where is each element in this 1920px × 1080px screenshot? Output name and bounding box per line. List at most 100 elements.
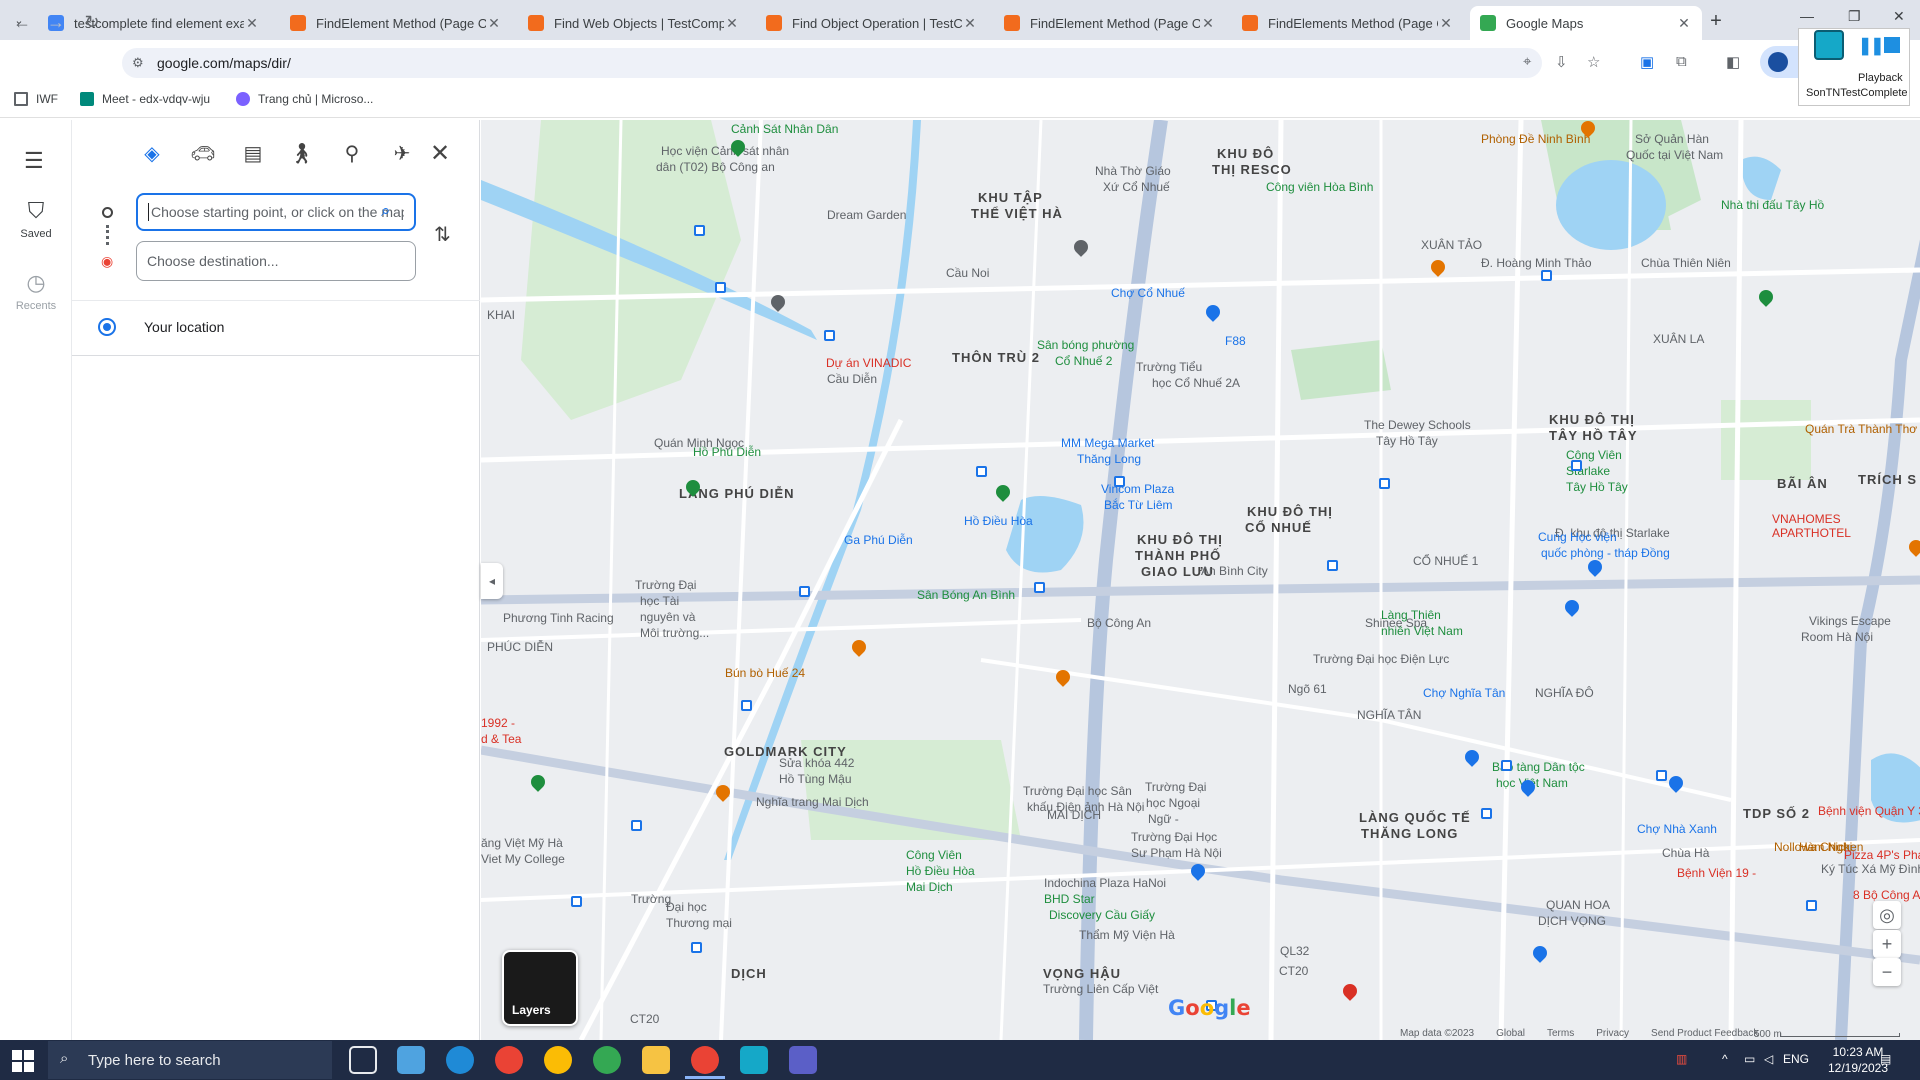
- location-icon[interactable]: ⌖: [1523, 53, 1531, 70]
- map-label[interactable]: Hồ Điều Hòa: [906, 864, 975, 878]
- map-label[interactable]: Phòng Đề Ninh Bình: [1481, 132, 1590, 146]
- tray-chevron-icon[interactable]: ^: [1722, 1052, 1728, 1066]
- side-panel-icon[interactable]: ◧: [1726, 53, 1740, 71]
- browser-tab[interactable]: FindElement Method (Page Obj ✕: [280, 6, 512, 40]
- map-label[interactable]: Cầu Noi: [946, 266, 989, 280]
- map-label[interactable]: VỌNG HẬU: [1043, 966, 1121, 981]
- map-label[interactable]: Ngõ 61: [1288, 682, 1327, 696]
- map-label[interactable]: Công viên Hòa Bình: [1266, 180, 1373, 194]
- swap-icon[interactable]: ⇅: [434, 222, 451, 247]
- map-label[interactable]: Quán Trà Thành Thơ: [1805, 422, 1917, 436]
- minimize-icon[interactable]: —: [1800, 8, 1814, 24]
- browser-tab[interactable]: FindElements Method (Page Ob ✕: [1232, 6, 1464, 40]
- bus-stop-icon[interactable]: [1656, 770, 1667, 781]
- map-label[interactable]: THĂNG LONG: [1361, 826, 1458, 841]
- map-label[interactable]: dân (T02) Bộ Công an: [656, 160, 775, 174]
- destination-input[interactable]: Choose destination...: [136, 241, 416, 281]
- close-tab-icon[interactable]: ✕: [724, 15, 740, 32]
- map-label[interactable]: Sân bóng phường: [1037, 338, 1134, 352]
- map-label[interactable]: Bệnh viện Quận Y 3: [1818, 804, 1920, 818]
- taskbar-search-input[interactable]: Type here to search: [48, 1041, 332, 1079]
- browser-tab[interactable]: FindElement Method (Page Ob ✕: [994, 6, 1226, 40]
- feedback-link[interactable]: Send Product Feedback: [1651, 1028, 1758, 1040]
- bicycle-icon[interactable]: ⚲: [336, 138, 368, 170]
- bus-stop-icon[interactable]: [1571, 460, 1582, 471]
- map-label[interactable]: NGHĨA ĐÔ: [1535, 686, 1594, 700]
- best-route-icon[interactable]: ◈: [136, 138, 168, 170]
- map-label[interactable]: học Ngoại: [1146, 796, 1200, 810]
- map-label[interactable]: Hồ Tùng Mậu: [779, 772, 852, 786]
- map-label[interactable]: CT20: [1279, 964, 1308, 978]
- address-bar[interactable]: [122, 48, 1542, 78]
- map-label[interactable]: Sân Bóng An Bình: [917, 588, 1015, 602]
- map-label[interactable]: KHU ĐÔ: [1217, 146, 1274, 161]
- map-label[interactable]: Hồ Điều Hòa: [964, 514, 1033, 528]
- map-label[interactable]: Nhà thi đấu Tây Hồ: [1721, 198, 1824, 212]
- car-icon[interactable]: 🚗︎: [187, 138, 219, 170]
- url-text[interactable]: google.com/maps/dir/: [157, 55, 291, 71]
- map-label[interactable]: F88: [1225, 334, 1246, 348]
- map-label[interactable]: nguyên và: [640, 610, 695, 624]
- bus-stop-icon[interactable]: [824, 330, 835, 341]
- map-label[interactable]: Hồ Phú Diễn: [693, 445, 761, 459]
- map-label[interactable]: NGHĨA TÂN: [1357, 708, 1421, 722]
- map-label[interactable]: Làng Thiên: [1381, 608, 1441, 622]
- map-label[interactable]: KHU ĐÔ THỊ: [1549, 412, 1635, 427]
- map-label[interactable]: Học viện Cảnh sát nhân: [661, 144, 789, 158]
- forward-button[interactable]: →: [44, 10, 68, 34]
- bus-stop-icon[interactable]: [715, 282, 726, 293]
- browser-tab[interactable]: Find Web Objects | TestComple ✕: [518, 6, 750, 40]
- map-label[interactable]: CỔ NHUẾ: [1245, 520, 1312, 535]
- map-label[interactable]: MAI DỊCH: [1047, 808, 1101, 822]
- map-label[interactable]: Sửa khóa 442: [779, 756, 854, 770]
- map-label[interactable]: Ga Phú Diễn: [844, 533, 913, 547]
- new-tab-button[interactable]: +: [1703, 9, 1729, 35]
- map-label[interactable]: Bún bò Huế 24: [725, 666, 805, 680]
- map-label[interactable]: Chợ Nhà Xanh: [1637, 822, 1717, 836]
- bus-stop-icon[interactable]: [571, 896, 582, 907]
- back-button[interactable]: ←: [10, 10, 34, 34]
- map-label[interactable]: Xứ Cổ Nhuế: [1103, 180, 1170, 194]
- map-label[interactable]: 1992 -: [481, 716, 515, 730]
- map-label[interactable]: Đại học: [666, 900, 707, 914]
- map-label[interactable]: KHU TẬP: [978, 190, 1043, 205]
- stop-icon[interactable]: [1884, 37, 1900, 53]
- map-label[interactable]: CỔ NHUẾ 1: [1413, 554, 1478, 568]
- close-tab-icon[interactable]: ✕: [1200, 15, 1216, 32]
- map-label[interactable]: MM Mega Market: [1061, 436, 1154, 450]
- bus-stop-icon[interactable]: [741, 700, 752, 711]
- browser-tab[interactable]: testcomplete find element exa ✕: [38, 6, 270, 40]
- map-label[interactable]: Indochina Plaza HaNoi: [1044, 876, 1166, 890]
- extension-icon[interactable]: ▣: [1640, 53, 1654, 71]
- pause-icon[interactable]: ❚❚: [1858, 36, 1884, 56]
- browser-tab[interactable]: Google Maps ✕: [1470, 6, 1702, 40]
- transit-icon[interactable]: ▤: [237, 138, 269, 170]
- map-label[interactable]: XUÂN LA: [1653, 332, 1704, 346]
- terms-link[interactable]: Terms: [1547, 1028, 1574, 1040]
- map-label[interactable]: QL32: [1280, 944, 1309, 958]
- chrome-active-icon[interactable]: [691, 1046, 719, 1074]
- bus-stop-icon[interactable]: [631, 820, 642, 831]
- close-tab-icon[interactable]: ✕: [244, 15, 260, 32]
- bookmark-microsoft[interactable]: Trang chủ | Microso...: [236, 92, 373, 106]
- map-label[interactable]: LÀNG QUỐC TẾ: [1359, 810, 1471, 825]
- browser-tab[interactable]: Find Object Operation | TestCo ✕: [756, 6, 988, 40]
- map-label[interactable]: Trường Đại học Điện Lực: [1313, 652, 1449, 666]
- map-label[interactable]: THỂ VIỆT HÀ: [971, 206, 1063, 221]
- map-label[interactable]: Bệnh Viện 19 -: [1677, 866, 1756, 880]
- map-label[interactable]: ăng Việt Mỹ Hà: [481, 836, 563, 850]
- map-label[interactable]: Chùa Thiên Niên: [1641, 256, 1731, 270]
- map-label[interactable]: Room Hà Nội: [1801, 630, 1873, 644]
- your-location-row[interactable]: [72, 300, 480, 356]
- walk-icon[interactable]: 🚶︎: [286, 138, 318, 170]
- map-label[interactable]: Đ. Hoàng Minh Thảo: [1481, 256, 1592, 270]
- map-label[interactable]: Chùa Hà: [1662, 846, 1709, 860]
- maximize-icon[interactable]: ❐: [1848, 8, 1861, 25]
- close-tab-icon[interactable]: ✕: [962, 15, 978, 32]
- map-label[interactable]: Cảnh Sát Nhân Dân: [731, 122, 838, 136]
- map-label[interactable]: The Dewey Schools: [1364, 418, 1471, 432]
- map-label[interactable]: VNAHOMES: [1772, 512, 1841, 526]
- map-label[interactable]: XUÂN TẢO: [1421, 238, 1482, 252]
- map-label[interactable]: Chợ Nghĩa Tân: [1423, 686, 1505, 700]
- map-label[interactable]: APARTHOTEL: [1772, 526, 1851, 540]
